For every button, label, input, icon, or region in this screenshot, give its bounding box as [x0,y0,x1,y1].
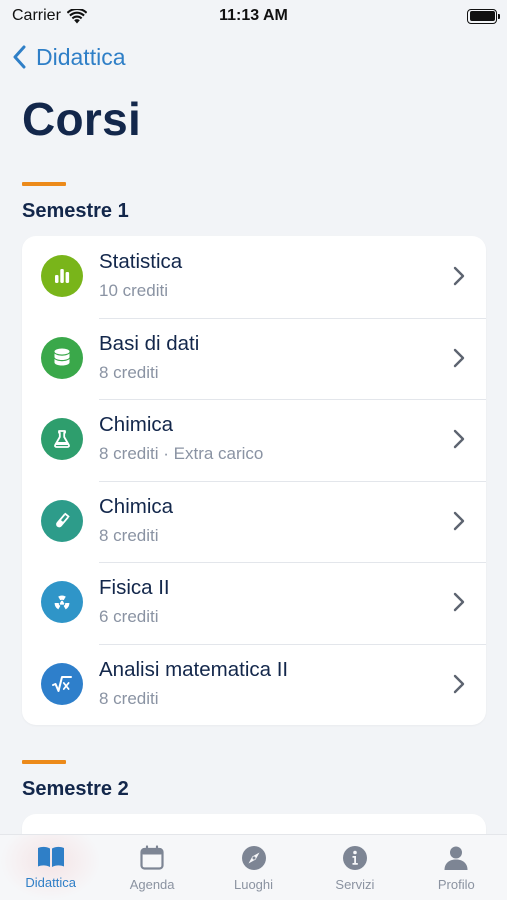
chevron-right-icon [453,348,465,367]
course-name: Analisi matematica II [99,657,289,681]
wifi-icon [66,8,87,23]
tab-label: Agenda [129,877,175,892]
carrier-label: Carrier [12,7,61,24]
course-name: Statistica [99,250,183,273]
tab-didattica[interactable]: Didattica [0,835,102,900]
radiation-icon [41,581,83,623]
tab-luoghi[interactable]: Luoghi [203,835,304,900]
course-row-fisica-ii[interactable]: Fisica II 6 crediti [22,562,486,644]
course-details: 6 crediti [99,607,159,626]
section-accent-bar [22,182,66,186]
course-details: 8 crediti [99,688,159,708]
tab-label: Profilo [437,877,475,892]
course-row-chimica[interactable]: Chimica 8 crediti [22,480,486,563]
chevron-left-icon [13,45,26,69]
info-icon [342,846,367,870]
status-bar: Carrier 11:13 AM [0,0,507,32]
section-title-semester-1: Semestre 1 [22,200,129,222]
back-button[interactable]: Didattica [12,40,125,74]
status-left: Carrier [12,7,87,25]
tab-label: Luoghi [233,877,274,892]
book-icon [37,846,64,867]
chevron-right-icon [453,592,465,612]
square-root-icon [41,662,83,705]
flask-icon [41,418,83,460]
tab-servizi[interactable]: Servizi [304,835,405,900]
tab-agenda[interactable]: Agenda [101,835,202,900]
chevron-right-icon [453,674,465,693]
course-details: 8 crediti [99,525,159,545]
bar-chart-icon [41,255,83,297]
chevron-right-icon [453,429,465,449]
battery-icon [467,8,500,24]
tab-label: Servizi [335,877,375,892]
chevron-right-icon [453,511,465,530]
course-row-basi-di-dati[interactable]: Basi di dati 8 crediti [22,317,486,400]
person-icon [444,846,468,870]
course-details: 10 crediti [99,281,168,300]
tab-profilo[interactable]: Profilo [406,835,507,900]
calendar-icon [140,845,164,870]
page-title: Corsi [22,93,142,145]
tab-bar: Didattica Agenda Luoghi Servizi Profilo [0,834,507,900]
course-row-statistica[interactable]: Statistica 10 crediti [22,236,486,318]
section-accent-bar [22,760,66,764]
section-title-semester-2: Semestre 2 [22,778,129,800]
compass-icon [241,846,266,870]
course-name: Chimica [99,494,174,518]
chevron-right-icon [453,266,465,286]
course-details: 8 crediti · Extra carico [99,444,264,463]
course-list-semester-1: Statistica 10 crediti Basi di dati 8 cre… [22,236,486,725]
course-name: Basi di dati [99,331,200,355]
back-label: Didattica [36,43,126,70]
database-icon [41,336,83,379]
course-name: Fisica II [99,576,170,599]
course-row-analisi-matematica-ii[interactable]: Analisi matematica II 8 crediti [22,643,486,726]
course-details: 8 crediti [99,362,159,382]
test-tube-icon [41,499,83,542]
tab-label: Didattica [25,875,76,890]
course-name: Chimica [99,413,174,436]
course-row-chimica-extra[interactable]: Chimica 8 crediti · Extra carico [22,399,486,481]
